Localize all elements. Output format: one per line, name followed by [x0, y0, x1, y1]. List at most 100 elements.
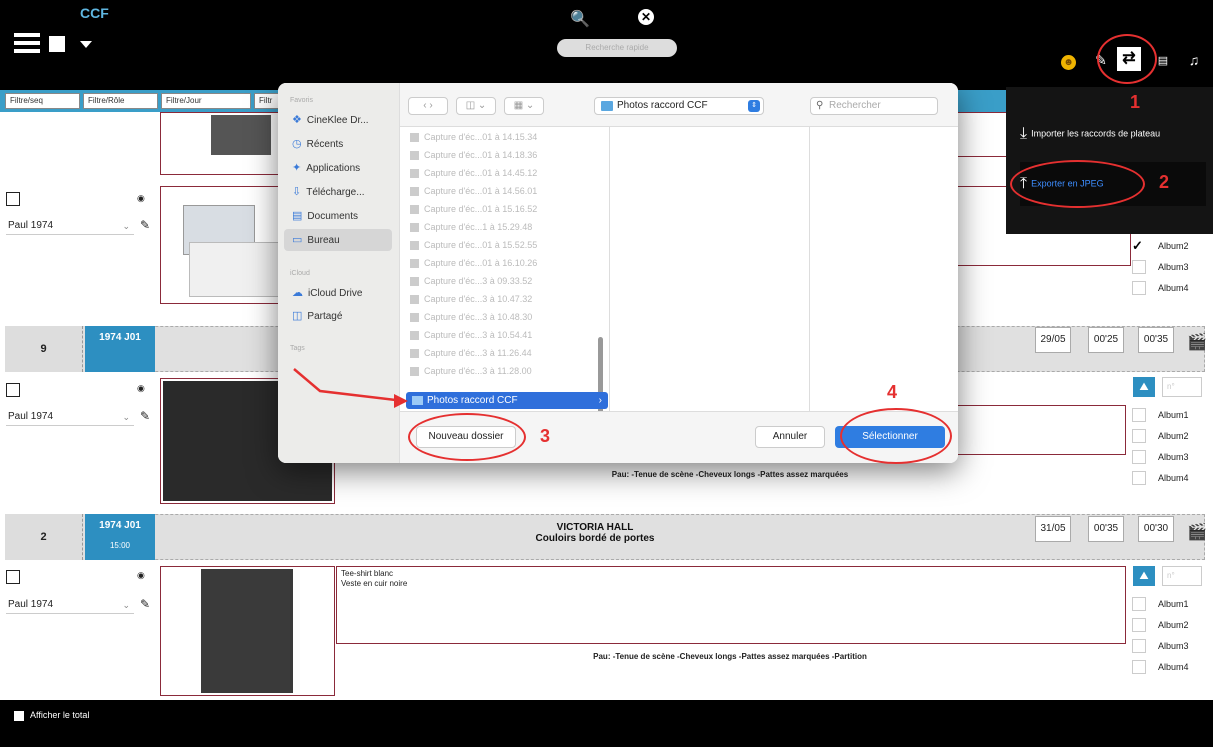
show-total-checkbox[interactable]: [14, 711, 24, 721]
album-row[interactable]: Album1: [1130, 405, 1210, 426]
scene-code[interactable]: 1974 J01 15:00: [85, 514, 155, 560]
search-placeholder: Rechercher: [829, 100, 881, 111]
album-checkbox[interactable]: [1132, 429, 1146, 443]
download-icon: ⇩: [292, 186, 302, 198]
file-item[interactable]: Capture d'éc...01 à 14.56.01: [410, 183, 600, 199]
filter-seq[interactable]: Filtre/seq: [5, 93, 80, 109]
annotation-arrow: [293, 368, 408, 408]
chevron-down-icon[interactable]: [80, 41, 92, 48]
album-checkbox[interactable]: [1132, 260, 1146, 274]
sidebar-item-applications[interactable]: ✦ Applications: [284, 157, 392, 179]
quick-search-input[interactable]: Recherche rapide: [557, 39, 677, 57]
row-checkbox[interactable]: [6, 192, 20, 206]
album-checkbox[interactable]: [1132, 281, 1146, 295]
row-checkbox[interactable]: [6, 570, 20, 584]
album-checkbox[interactable]: [1132, 597, 1146, 611]
album-list: Album1 Album2 Album3 Album4: [1130, 405, 1210, 489]
file-item[interactable]: Capture d'éc...01 à 16.10.26: [410, 255, 600, 271]
path-select[interactable]: Photos raccord CCF ⇕: [594, 97, 764, 115]
file-item[interactable]: Capture d'éc...01 à 14.18.36: [410, 147, 600, 163]
file-item[interactable]: Capture d'éc...3 à 10.48.30: [410, 309, 600, 325]
eye-icon[interactable]: ◉: [137, 193, 145, 204]
eye-icon[interactable]: ◉: [137, 570, 145, 581]
pdf-icon[interactable]: ▤: [1155, 54, 1171, 72]
sidebar-label: Télécharge...: [306, 187, 365, 198]
makeup-note: Pau: -Tenue de scène -Cheveux longs -Pat…: [593, 652, 867, 661]
album-row[interactable]: Album4: [1130, 278, 1210, 299]
album-row[interactable]: Album3: [1130, 636, 1210, 657]
selected-folder[interactable]: Photos raccord CCF ›: [406, 392, 608, 409]
search-icon[interactable]: 🔍: [570, 9, 590, 29]
actor-select[interactable]: Paul 1974 ⌄: [6, 217, 134, 235]
import-menu-item[interactable]: ⤓ Importer les raccords de plateau: [1020, 125, 1160, 143]
actor-select[interactable]: Paul 1974 ⌄: [6, 596, 134, 614]
dialog-search-input[interactable]: ⚲ Rechercher: [810, 97, 938, 115]
album-row[interactable]: ✓ Album2: [1130, 236, 1210, 257]
clapperboard-icon[interactable]: 🎬: [1187, 332, 1207, 352]
album-row[interactable]: Album4: [1130, 468, 1210, 489]
costume-text[interactable]: Tee-shirt blanc Veste en cuir noire: [336, 566, 1126, 644]
sidebar-item-shared[interactable]: ◫ Partagé: [284, 305, 392, 327]
sidebar-item-icloud-drive[interactable]: ☁ iCloud Drive: [284, 282, 392, 304]
actor-select[interactable]: Paul 1974 ⌄: [6, 408, 134, 426]
filter-day[interactable]: Filtre/Jour: [161, 93, 251, 109]
user-settings-icon[interactable]: ♫: [1186, 52, 1202, 70]
eye-icon[interactable]: ◉: [137, 383, 145, 394]
album-row[interactable]: Album1: [1130, 594, 1210, 615]
album-checkbox[interactable]: [1132, 471, 1146, 485]
edit-icon[interactable]: ✎: [140, 409, 150, 423]
file-item[interactable]: Capture d'éc...3 à 10.54.41: [410, 327, 600, 343]
edit-icon[interactable]: ✎: [140, 597, 150, 611]
cancel-button[interactable]: Annuler: [755, 426, 825, 448]
album-checkbox[interactable]: [1132, 618, 1146, 632]
sidebar-item-recents[interactable]: ◷ Récents: [284, 133, 392, 155]
file-item[interactable]: Capture d'éc...01 à 15.52.55: [410, 237, 600, 253]
album-row[interactable]: Album2: [1130, 426, 1210, 447]
file-item[interactable]: Capture d'éc...3 à 09.33.52: [410, 273, 600, 289]
clapperboard-icon[interactable]: 🎬: [1187, 522, 1207, 542]
file-name: Capture d'éc...3 à 11.28.00: [424, 366, 532, 376]
album-checkbox[interactable]: [1132, 408, 1146, 422]
annotation-circle: [1097, 34, 1157, 84]
album-checkbox[interactable]: [1132, 450, 1146, 464]
number-field[interactable]: n°: [1162, 377, 1202, 397]
file-item[interactable]: Capture d'éc...3 à 11.28.00: [410, 363, 600, 379]
file-item[interactable]: Capture d'éc...01 à 14.45.12: [410, 165, 600, 181]
sidebar-item-cineklee[interactable]: ❖ CineKlee Dr...: [284, 109, 392, 131]
applications-icon: ✦: [292, 162, 302, 174]
clear-icon[interactable]: ✕: [638, 9, 654, 25]
grid-view-icon[interactable]: ▦ ⌄: [504, 97, 544, 115]
scene-code[interactable]: 1974 J01: [85, 326, 155, 372]
album-row[interactable]: Album3: [1130, 257, 1210, 278]
file-item[interactable]: Capture d'éc...3 à 10.47.32: [410, 291, 600, 307]
sidebar-item-downloads[interactable]: ⇩ Télécharge...: [284, 181, 392, 203]
image-icon[interactable]: ⛰: [1133, 566, 1155, 586]
actor-name: Paul 1974: [8, 220, 54, 231]
image-icon[interactable]: ⛰: [1133, 377, 1155, 397]
smiley-icon[interactable]: ☻: [1061, 55, 1076, 70]
sidebar-label: Récents: [306, 139, 344, 150]
sidebar-item-desktop[interactable]: ▭ Bureau: [284, 229, 392, 251]
row-checkbox[interactable]: [6, 383, 20, 397]
album-checkbox[interactable]: [1132, 639, 1146, 653]
file-item[interactable]: Capture d'éc...1 à 15.29.48: [410, 219, 600, 235]
file-item[interactable]: Capture d'éc...01 à 14.15.34: [410, 129, 600, 145]
view-square-icon[interactable]: [49, 36, 65, 52]
edit-icon[interactable]: ✎: [140, 218, 150, 232]
album-row[interactable]: Album3: [1130, 447, 1210, 468]
desktop-icon: ▭: [292, 234, 303, 246]
back-forward-buttons[interactable]: ‹ ›: [408, 97, 448, 115]
sidebar-item-documents[interactable]: ▤ Documents: [284, 205, 392, 227]
column-view-icon[interactable]: ◫ ⌄: [456, 97, 496, 115]
album-checkbox[interactable]: [1132, 660, 1146, 674]
menu-icon[interactable]: [14, 33, 40, 53]
album-label: Album1: [1158, 410, 1189, 420]
file-item[interactable]: Capture d'éc...01 à 15.16.52: [410, 201, 600, 217]
photo-frame[interactable]: [160, 566, 335, 696]
file-item[interactable]: Capture d'éc...3 à 11.26.44: [410, 345, 600, 361]
number-field[interactable]: n°: [1162, 566, 1202, 586]
checkmark-icon[interactable]: ✓: [1132, 239, 1146, 253]
filter-role[interactable]: Filtre/Rôle: [83, 93, 158, 109]
album-row[interactable]: Album4: [1130, 657, 1210, 678]
album-row[interactable]: Album2: [1130, 615, 1210, 636]
